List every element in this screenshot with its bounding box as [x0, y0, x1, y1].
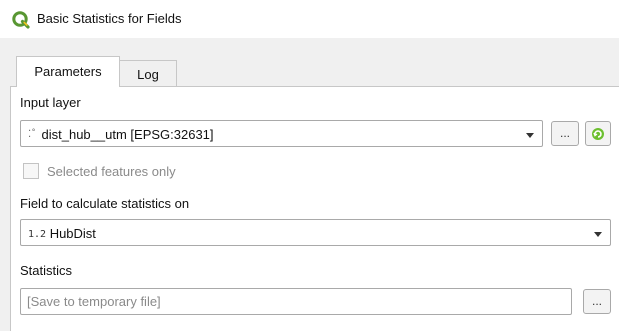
- chevron-down-icon: [526, 133, 534, 138]
- statistics-label: Statistics: [20, 263, 73, 278]
- window-title: Basic Statistics for Fields: [37, 11, 182, 26]
- point-layer-icon: ⁚˚: [28, 129, 37, 140]
- field-value: HubDist: [49, 226, 96, 241]
- iterate-button[interactable]: [585, 121, 611, 146]
- chevron-down-icon: [594, 232, 602, 237]
- qgis-logo-icon: [12, 11, 30, 29]
- numeric-field-icon: 1.2: [28, 229, 47, 240]
- input-layer-label: Input layer: [20, 95, 81, 110]
- input-layer-value: dist_hub__utm [EPSG:32631]: [41, 127, 214, 142]
- input-layer-browse-button[interactable]: ...: [551, 121, 579, 146]
- iterate-icon: [592, 128, 604, 140]
- statistics-output-input[interactable]: [21, 289, 571, 314]
- dialog-body: Parameters Log Input layer ⁚˚ dist_hub__u…: [0, 38, 619, 331]
- tab-parameters[interactable]: Parameters: [16, 56, 120, 87]
- field-label: Field to calculate statistics on: [20, 196, 190, 211]
- selected-features-checkbox[interactable]: [23, 163, 39, 179]
- field-combo[interactable]: 1.2 HubDist: [20, 219, 611, 246]
- statistics-output-field[interactable]: [20, 288, 572, 315]
- input-layer-combo[interactable]: ⁚˚ dist_hub__utm [EPSG:32631]: [20, 120, 543, 147]
- selected-features-label: Selected features only: [47, 164, 176, 179]
- tab-log[interactable]: Log: [120, 60, 177, 87]
- title-bar: Basic Statistics for Fields: [0, 0, 619, 38]
- statistics-browse-button[interactable]: ...: [583, 289, 611, 314]
- parameters-panel: Input layer ⁚˚ dist_hub__utm [EPSG:32631]…: [10, 86, 619, 331]
